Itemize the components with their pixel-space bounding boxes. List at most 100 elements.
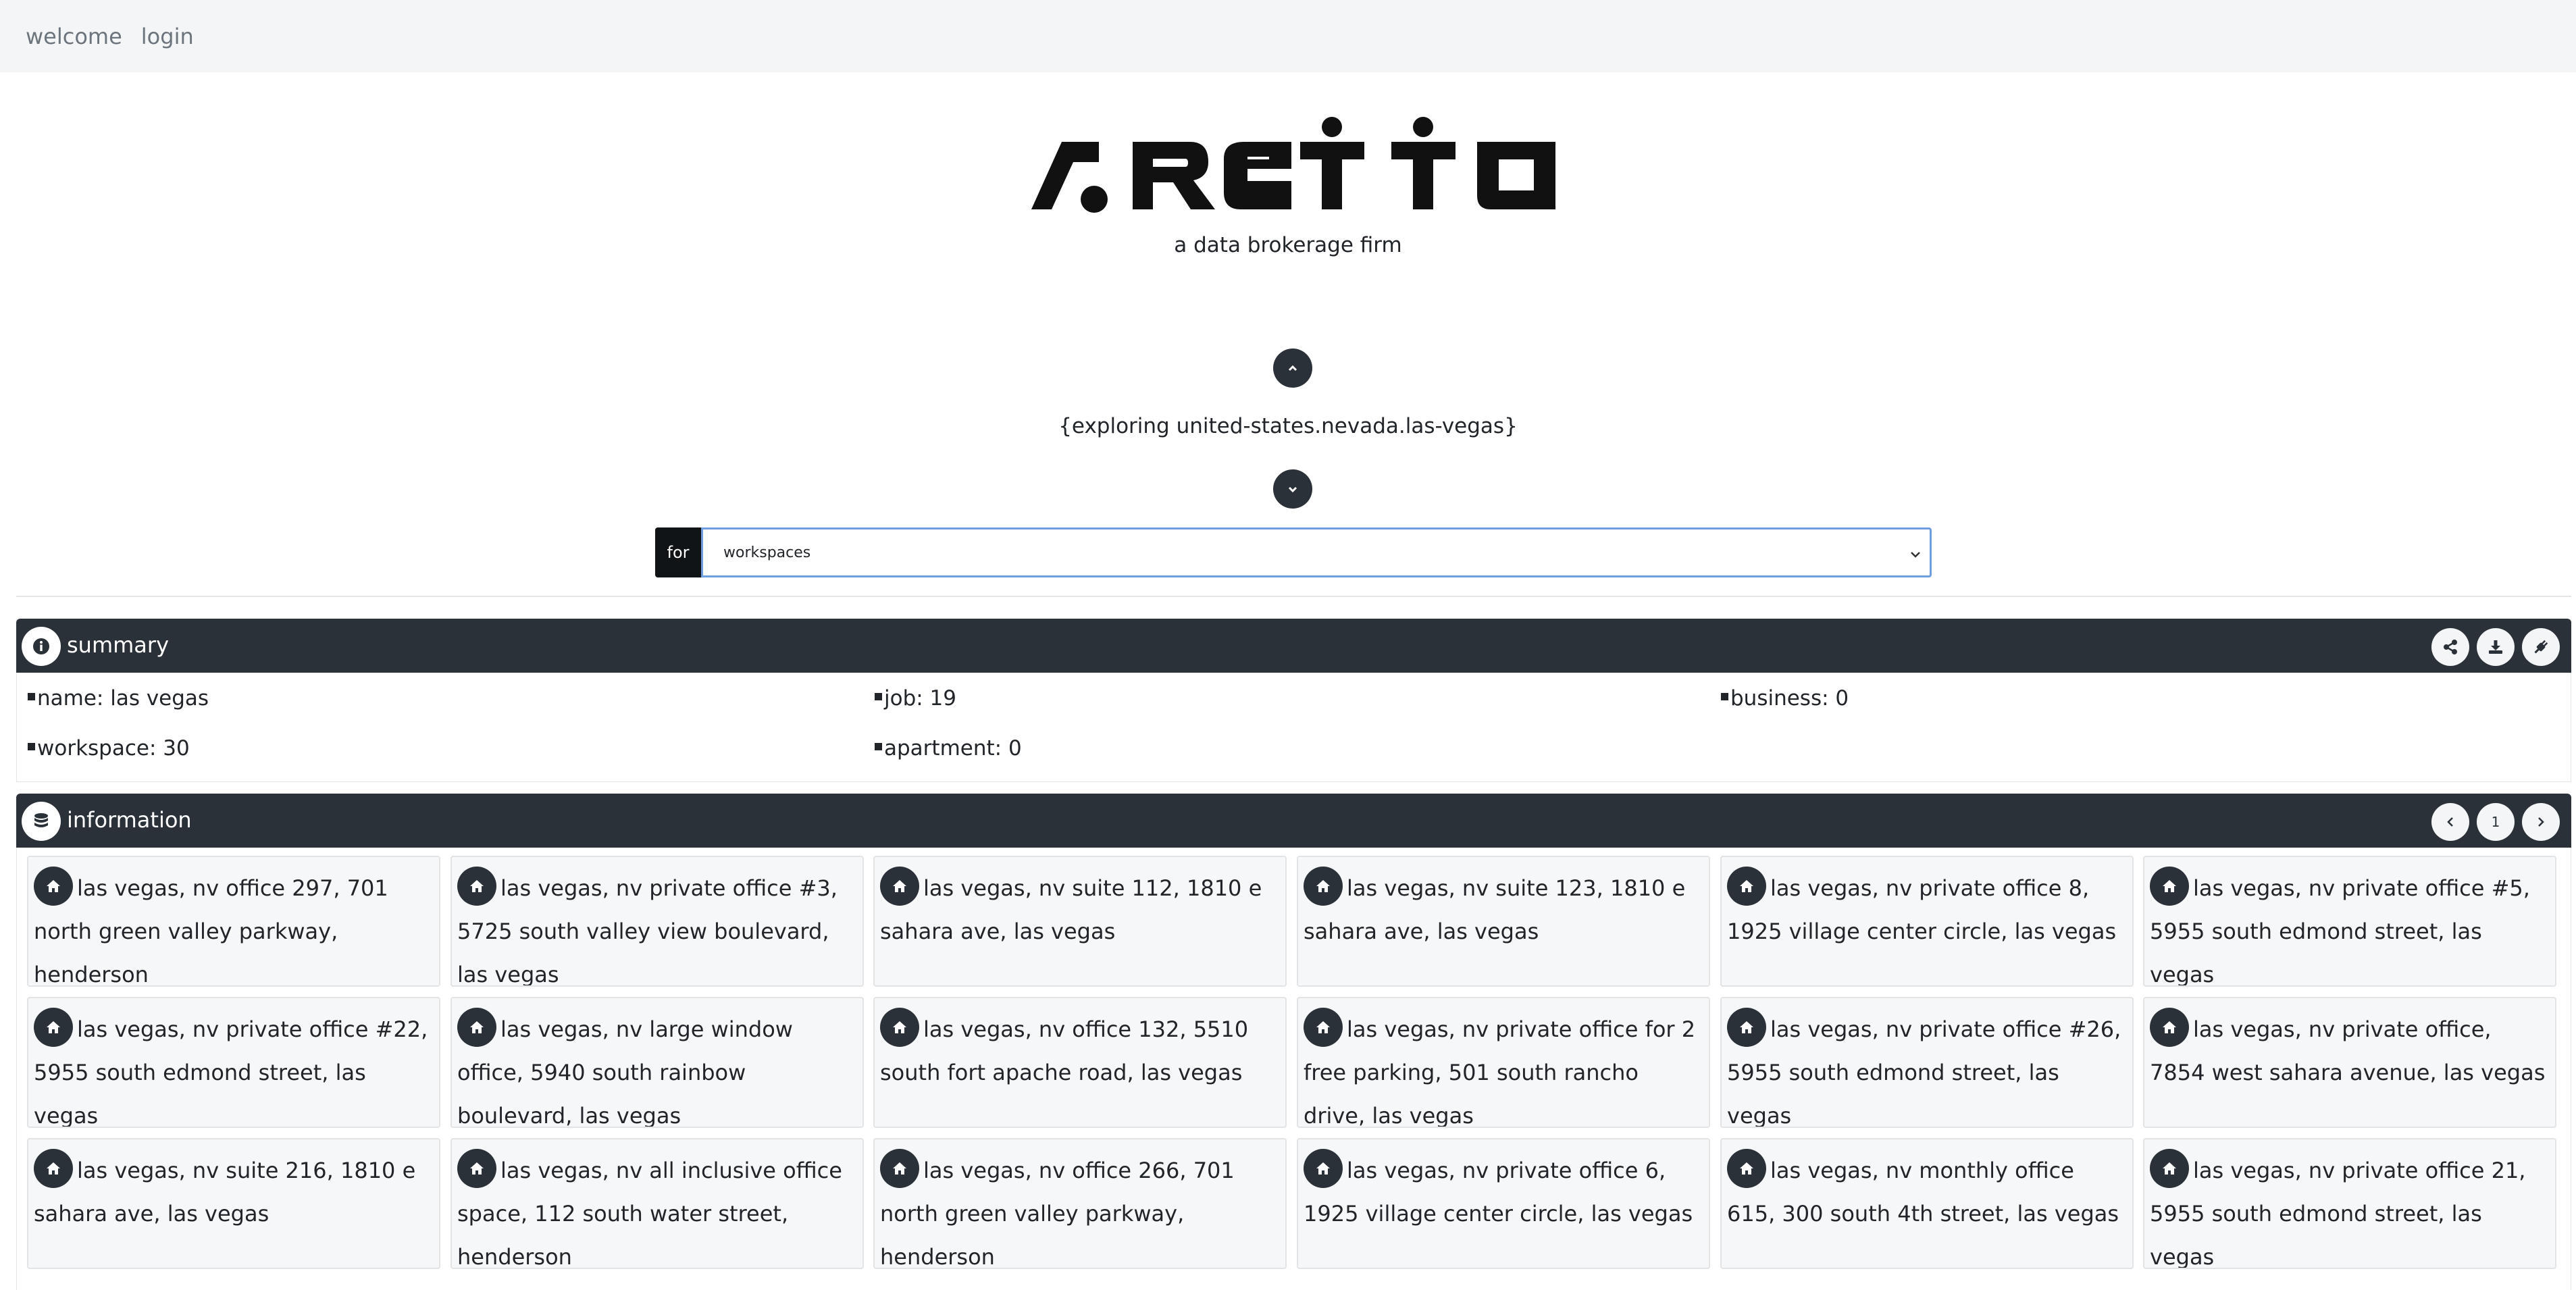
workspace-card-text: las vegas, nv suite 112, 1810 e sahara a… [880, 875, 1262, 944]
workspace-card[interactable]: las vegas, nv private office 6, 1925 vil… [1297, 1138, 1710, 1269]
home-icon [1727, 1008, 1766, 1047]
workspace-card-text: las vegas, nv private office #22, 5955 s… [34, 1016, 428, 1128]
stat-item: workspace: 30 [28, 736, 190, 760]
workspace-card[interactable]: las vegas, nv office 297, 701 north gree… [27, 856, 440, 987]
home-icon [880, 1008, 919, 1047]
workspace-card[interactable]: las vegas, nv private office 21, 5955 so… [2143, 1138, 2556, 1269]
workspace-card[interactable]: las vegas, nv private office #3, 5725 so… [450, 856, 864, 987]
home-icon [1304, 1008, 1343, 1047]
workspace-card-text: las vegas, nv large window office, 5940 … [457, 1016, 793, 1128]
home-icon [34, 1008, 73, 1047]
brand-tagline: a data brokerage firm [1174, 233, 1402, 257]
bullet-icon [875, 743, 882, 750]
workspace-card-text: las vegas, nv private office #5, 5955 so… [2150, 875, 2530, 987]
chevron-up-icon [1288, 365, 1297, 371]
aretto-logo [1031, 117, 1555, 213]
for-label: for [655, 527, 701, 577]
stat-item: job: 19 [875, 686, 956, 711]
home-icon [880, 867, 919, 906]
download-icon [2489, 640, 2502, 654]
workspace-card-text: las vegas, nv private office 6, 1925 vil… [1304, 1158, 1693, 1227]
summary-title: summary [67, 632, 169, 658]
navigate-down-button[interactable] [1273, 469, 1312, 509]
plug-icon [2534, 640, 2548, 654]
home-icon [34, 867, 73, 906]
workspace-card-text: las vegas, nv monthly office 615, 300 so… [1727, 1158, 2119, 1227]
bullet-icon [875, 693, 882, 700]
workspace-card[interactable]: las vegas, nv all inclusive office space… [450, 1138, 864, 1269]
category-filter-group: for workspaces [655, 527, 1932, 577]
home-icon [457, 1149, 496, 1188]
workspace-card-text: las vegas, nv private office 8, 1925 vil… [1727, 875, 2117, 944]
home-icon [34, 1149, 73, 1188]
summary-header: summary [16, 619, 2571, 673]
workspace-card[interactable]: las vegas, nv large window office, 5940 … [450, 997, 864, 1128]
home-icon [1304, 1149, 1343, 1188]
workspace-card-text: las vegas, nv office 266, 701 north gree… [880, 1158, 1235, 1269]
summary-body: name: las vegas job: 19 business: 0 work… [16, 673, 2571, 782]
workspace-card[interactable]: las vegas, nv suite 216, 1810 e sahara a… [27, 1138, 440, 1269]
stat-item: business: 0 [1721, 686, 1849, 711]
divider [16, 596, 2571, 597]
workspace-card[interactable]: las vegas, nv private office, 7854 west … [2143, 997, 2556, 1128]
workspace-card[interactable]: las vegas, nv monthly office 615, 300 so… [1720, 1138, 2134, 1269]
workspace-card-text: las vegas, nv private office #26, 5955 s… [1727, 1016, 2121, 1128]
share-icon [2444, 640, 2457, 654]
home-icon [880, 1149, 919, 1188]
workspace-card[interactable]: las vegas, nv private office for 2 free … [1297, 997, 1710, 1128]
workspace-card[interactable]: las vegas, nv suite 123, 1810 e sahara a… [1297, 856, 1710, 987]
home-icon [2150, 867, 2189, 906]
chevron-down-icon [1911, 552, 1920, 558]
info-icon [22, 627, 61, 666]
home-icon [2150, 1149, 2189, 1188]
bullet-icon [1721, 693, 1728, 700]
information-body: las vegas, nv office 297, 701 north gree… [16, 848, 2571, 1290]
workspace-card[interactable]: las vegas, nv office 132, 5510 south for… [873, 997, 1287, 1128]
nav-link-login[interactable]: login [141, 24, 194, 49]
nav-link-welcome[interactable]: welcome [26, 24, 122, 49]
stat-item: name: las vegas [28, 686, 209, 711]
information-header: information 1 [16, 794, 2571, 848]
database-icon [22, 802, 61, 841]
workspace-card-text: las vegas, nv office 297, 701 north gree… [34, 875, 388, 987]
home-icon [457, 867, 496, 906]
home-icon [1304, 867, 1343, 906]
chevron-down-icon [1288, 486, 1297, 493]
workspace-card-text: las vegas, nv private office 21, 5955 so… [2150, 1158, 2526, 1269]
workspace-card-text: las vegas, nv private office for 2 free … [1304, 1016, 1696, 1128]
chevron-right-icon [2538, 817, 2544, 827]
bullet-icon [28, 743, 35, 750]
stat-item: apartment: 0 [875, 736, 1022, 760]
workspace-card[interactable]: las vegas, nv private office #22, 5955 s… [27, 997, 440, 1128]
share-button[interactable] [2431, 628, 2469, 666]
chevron-left-icon [2447, 817, 2453, 827]
workspace-card-text: las vegas, nv suite 216, 1810 e sahara a… [34, 1158, 416, 1227]
workspace-card-text: las vegas, nv suite 123, 1810 e sahara a… [1304, 875, 1686, 944]
workspace-card[interactable]: las vegas, nv private office #26, 5955 s… [1720, 997, 2134, 1128]
workspace-card-text: las vegas, nv office 132, 5510 south for… [880, 1016, 1249, 1085]
bullet-icon [28, 693, 35, 700]
information-title: information [67, 807, 192, 833]
download-button[interactable] [2477, 628, 2515, 666]
page-number-label: 1 [2491, 814, 2500, 830]
home-icon [1727, 1149, 1766, 1188]
home-icon [1727, 867, 1766, 906]
previous-page-button[interactable] [2431, 803, 2469, 841]
next-page-button[interactable] [2522, 803, 2560, 841]
home-icon [457, 1008, 496, 1047]
connect-button[interactable] [2522, 628, 2560, 666]
exploring-location-text: {exploring united-states.nevada.las-vega… [1058, 414, 1518, 438]
workspace-card[interactable]: las vegas, nv private office #5, 5955 so… [2143, 856, 2556, 987]
workspace-card[interactable]: las vegas, nv office 266, 701 north gree… [873, 1138, 1287, 1269]
workspace-card[interactable]: las vegas, nv private office 8, 1925 vil… [1720, 856, 2134, 987]
category-select[interactable]: workspaces [701, 527, 1932, 577]
page-number[interactable]: 1 [2477, 803, 2515, 841]
navigate-up-button[interactable] [1273, 349, 1312, 388]
category-select-value: workspaces [723, 544, 811, 561]
workspace-card[interactable]: las vegas, nv suite 112, 1810 e sahara a… [873, 856, 1287, 987]
workspace-card-text: las vegas, nv all inclusive office space… [457, 1158, 842, 1269]
home-icon [2150, 1008, 2189, 1047]
workspace-card-text: las vegas, nv private office, 7854 west … [2150, 1016, 2546, 1085]
top-navbar: welcome login [0, 0, 2576, 72]
workspace-card-text: las vegas, nv private office #3, 5725 so… [457, 875, 838, 987]
